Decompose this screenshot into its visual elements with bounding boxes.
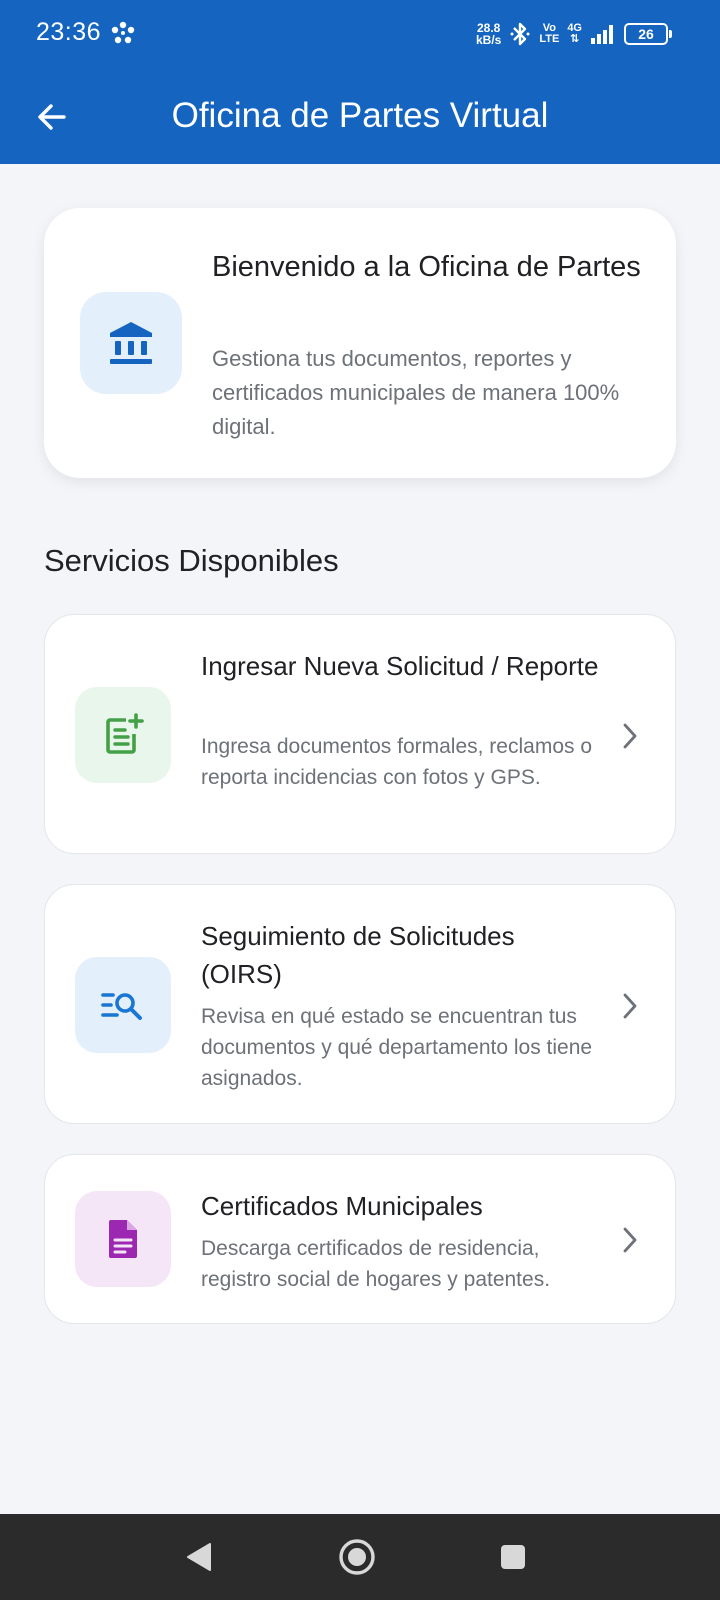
signal-icon: [591, 25, 613, 44]
welcome-description: Gestiona tus documentos, reportes y cert…: [212, 346, 620, 439]
nav-back-button[interactable]: [174, 1532, 224, 1582]
triangle-back-icon: [187, 1543, 211, 1571]
pinwheel-icon: [111, 21, 135, 44]
note-add-icon: [106, 713, 144, 754]
network-type: 4G ⇅: [567, 22, 582, 45]
service-title: Certificados Municipales: [201, 1191, 483, 1221]
status-bar: 23:36 28.8 kB/s Vo LTE 4G ⇅ 26: [0, 0, 720, 68]
system-navigation-bar: [0, 1514, 720, 1600]
app-bar: Oficina de Partes Virtual: [0, 68, 720, 164]
service-icon-box: [75, 957, 171, 1053]
volte-indicator: Vo LTE: [539, 22, 560, 45]
status-icons: 28.8 kB/s Vo LTE 4G ⇅ 26: [475, 18, 672, 50]
network-speed: 28.8 kB/s: [475, 21, 502, 47]
section-title: Servicios Disponibles: [44, 543, 339, 578]
service-description: Revisa en qué estado se encuentran tus d…: [201, 1005, 593, 1090]
service-title: Seguimiento de Solicitudes (OIRS): [201, 921, 515, 989]
status-time: 23:36: [36, 18, 102, 46]
welcome-icon-box: [80, 292, 182, 394]
service-icon-box: [75, 1191, 171, 1287]
service-description: Ingresa documentos formales, reclamos o …: [201, 735, 593, 789]
nav-home-button[interactable]: [332, 1532, 382, 1582]
service-title: Ingresar Nueva Solicitud / Reporte: [201, 651, 599, 681]
nav-recents-button[interactable]: [488, 1532, 538, 1582]
list-search-icon: [101, 993, 142, 1020]
service-tracking[interactable]: Seguimiento de Solicitudes (OIRS) Revisa…: [44, 884, 676, 1124]
square-recents-icon: [501, 1545, 525, 1569]
bank-icon: [110, 322, 152, 364]
chevron-right-icon: [623, 1227, 637, 1253]
service-certificates[interactable]: Certificados Municipales Descarga certif…: [44, 1154, 676, 1324]
welcome-card: Bienvenido a la Oficina de Partes Gestio…: [44, 208, 676, 478]
top-bar: 23:36 28.8 kB/s Vo LTE 4G ⇅ 26 Oficina d…: [0, 0, 720, 164]
document-icon: [109, 1220, 137, 1258]
welcome-title: Bienvenido a la Oficina de Partes: [212, 251, 641, 283]
service-new-request[interactable]: Ingresar Nueva Solicitud / Reporte Ingre…: [44, 614, 676, 854]
home-circle-icon: [339, 1539, 375, 1575]
battery-indicator: 26: [624, 23, 672, 45]
page-title: Oficina de Partes Virtual: [171, 96, 549, 135]
service-icon-box: [75, 687, 171, 783]
chevron-right-icon: [623, 723, 637, 749]
chevron-right-icon: [623, 993, 637, 1019]
bluetooth-icon: [510, 22, 530, 46]
service-description: Descarga certificados de residencia, reg…: [201, 1237, 551, 1291]
